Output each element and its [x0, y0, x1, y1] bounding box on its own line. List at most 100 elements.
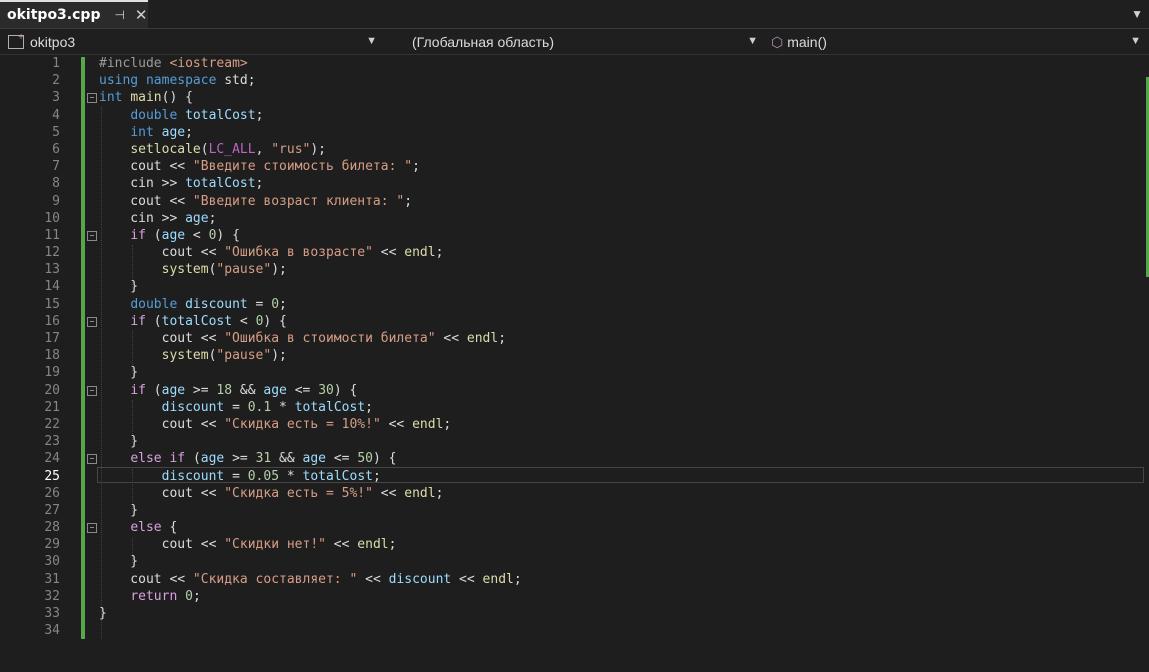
code-token: ;: [388, 537, 397, 553]
line-number: 29: [44, 537, 60, 553]
collapse-icon[interactable]: −: [87, 230, 97, 241]
line-number: 13: [44, 262, 60, 278]
line-number: 32: [44, 588, 60, 604]
code-token: &&: [271, 451, 303, 467]
pin-icon[interactable]: ⊣: [114, 8, 124, 22]
code-text: return 0;: [99, 588, 200, 605]
code-token: cin >>: [99, 210, 186, 226]
collapse-icon[interactable]: −: [87, 316, 97, 327]
code-token: "Ошибка в возрасте": [224, 245, 373, 261]
code-text: int age;: [99, 124, 193, 141]
line-number: 24: [44, 451, 60, 467]
document-tab-strip: okitpo3.cpp ⊣ ✕ ▼: [0, 0, 1149, 29]
code-token: *: [279, 468, 303, 484]
line-number: 9: [52, 193, 60, 209]
line-number: 14: [44, 279, 60, 295]
code-text: if (age >= 18 && age <= 30) {: [99, 382, 357, 399]
collapse-icon[interactable]: −: [87, 523, 97, 534]
code-token: ;: [498, 331, 507, 346]
close-icon[interactable]: ✕: [135, 6, 148, 24]
code-text: int main() {: [99, 89, 193, 106]
code-token: "Введите возраст клиента: ": [192, 193, 405, 209]
code-token: }: [99, 554, 139, 570]
code-token: totalCost: [161, 313, 233, 329]
member-dropdown[interactable]: ⬡ main() ▼: [767, 31, 1145, 53]
code-token: =: [247, 296, 272, 312]
code-token: endl: [404, 485, 436, 501]
code-text: setlocale(LC_ALL, "rus");: [99, 141, 326, 158]
code-token: 30: [318, 382, 334, 398]
code-token: ) {: [216, 227, 240, 243]
code-token: ;: [443, 416, 452, 432]
code-token: <: [232, 313, 256, 329]
code-token: ;: [404, 193, 413, 209]
code-token: "Скидки нет!": [224, 537, 326, 553]
code-text: system("pause");: [99, 261, 287, 278]
project-label: okitpo3: [30, 34, 76, 50]
code-token: endl: [412, 416, 444, 432]
code-text: cout << "Скидка есть = 10%!" << endl;: [99, 416, 452, 433]
code-token: "rus": [271, 141, 311, 157]
code-text: }: [99, 605, 107, 622]
code-token: ;: [372, 468, 381, 484]
code-token: 18: [216, 382, 233, 398]
code-text: cin >> totalCost;: [99, 175, 263, 192]
code-token: discount: [185, 296, 248, 312]
code-token: "Введите стоимость билета: ": [192, 159, 413, 175]
line-number: 7: [52, 159, 60, 175]
line-number: 5: [52, 124, 60, 140]
code-token: cout <<: [99, 416, 225, 432]
code-token: (: [153, 382, 162, 398]
code-editor[interactable]: 1 #include <iostream> 2 using namespace std…: [0, 55, 1149, 672]
line-number: 1: [52, 56, 60, 71]
code-token: 0.05: [247, 468, 280, 484]
code-token: totalCost: [302, 468, 373, 484]
line-number: 4: [52, 107, 60, 123]
line-number: 19: [44, 365, 60, 381]
tab-title: okitpo3.cpp: [7, 7, 101, 23]
code-token: cout <<: [99, 537, 225, 553]
code-token: );: [310, 141, 327, 157]
collapse-icon[interactable]: −: [87, 385, 97, 396]
code-token: <<: [451, 571, 483, 587]
code-token: endl: [404, 245, 436, 261]
code-token: age: [302, 451, 327, 467]
code-text: cout << "Скидка есть = 5%!" << endl;: [99, 485, 444, 502]
project-dropdown[interactable]: okitpo3 ▼: [4, 31, 381, 53]
project-icon: [8, 32, 24, 49]
line-number: 10: [44, 210, 60, 226]
tab-overflow-chevron-icon[interactable]: ▼: [1131, 7, 1143, 21]
line-number: 28: [44, 520, 60, 536]
document-tab[interactable]: okitpo3.cpp ⊣ ✕: [0, 0, 148, 28]
line-number: 21: [44, 399, 60, 415]
scope-dropdown[interactable]: (Глобальная область) ▼: [386, 31, 762, 53]
scope-label: (Глобальная область): [412, 34, 555, 50]
code-text: }: [99, 364, 138, 381]
code-token: <<: [325, 537, 358, 553]
code-text: discount = 0.1 * totalCost;: [99, 399, 373, 416]
collapse-icon[interactable]: −: [87, 93, 97, 104]
code-token: ;: [279, 296, 287, 312]
code-token: if: [130, 382, 154, 398]
code-token: endl: [466, 331, 499, 346]
code-token: <: [185, 227, 209, 243]
code-token: else if: [130, 451, 193, 467]
code-token: ;: [208, 210, 217, 226]
collapse-icon[interactable]: −: [87, 454, 97, 465]
line-number: 12: [44, 245, 60, 261]
line-number: 27: [44, 502, 60, 518]
code-token: <<: [435, 331, 467, 346]
code-token: using namespace: [99, 73, 225, 89]
code-token: age: [161, 382, 186, 398]
code-token: <<: [372, 485, 405, 501]
code-text: }: [99, 433, 138, 450]
code-token: system: [161, 262, 209, 278]
code-token: double: [130, 107, 186, 123]
code-token: &&: [232, 382, 264, 398]
code-token: cout <<: [99, 245, 225, 261]
